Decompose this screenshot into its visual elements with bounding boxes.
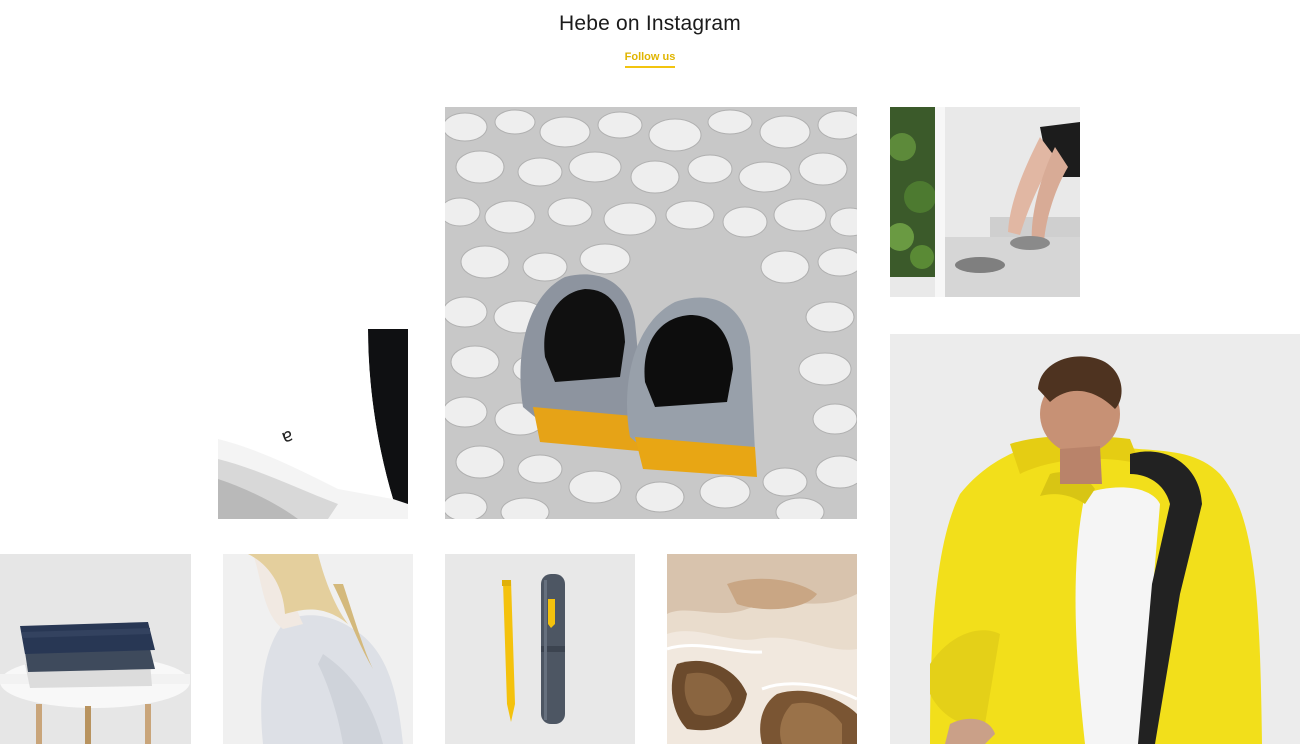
- instagram-tile-slippers[interactable]: [890, 107, 1080, 297]
- instagram-tile-woman[interactable]: [223, 554, 413, 744]
- man-seated-slippers-photo: [890, 107, 1080, 297]
- instagram-tile-shirts[interactable]: [0, 554, 191, 744]
- white-tshirt-logo-photo: ɐ: [218, 329, 408, 519]
- instagram-tile-pen[interactable]: [445, 554, 635, 744]
- wool-shoes-on-pebbles-photo: [445, 107, 857, 519]
- instagram-tile-tshirt[interactable]: ɐ: [218, 329, 408, 519]
- yellow-pen-and-case-photo: [445, 554, 635, 744]
- folded-shirts-on-stool-photo: [0, 554, 191, 744]
- follow-us-link[interactable]: Follow us: [624, 51, 676, 68]
- instagram-tile-saltflat[interactable]: [667, 554, 857, 744]
- follow-wrapper: Follow us: [0, 47, 1300, 68]
- woman-grey-top-photo: [223, 554, 413, 744]
- salt-flat-texture-photo: [667, 554, 857, 744]
- yellow-jacket-model-photo: [890, 334, 1300, 744]
- instagram-tile-jacket[interactable]: [890, 334, 1300, 744]
- instagram-tile-shoes[interactable]: [445, 107, 857, 519]
- section-title: Hebe on Instagram: [558, 12, 741, 35]
